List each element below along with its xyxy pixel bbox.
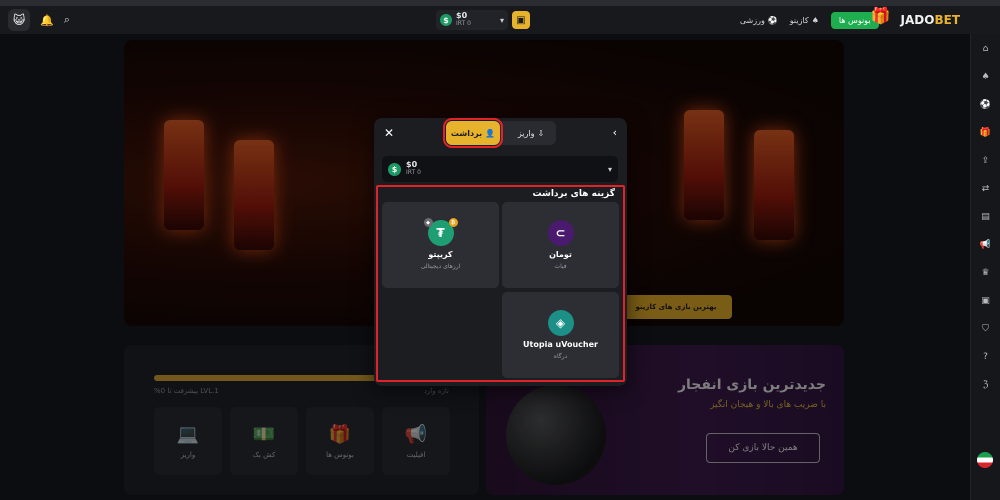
option-crypto[interactable]: ₮ ◆ ₿ کریپتو ارزهای دیجیتالی xyxy=(382,202,499,288)
wallet-amount: $0 xyxy=(456,11,468,20)
trophy-icon[interactable]: ♛ xyxy=(979,266,993,280)
bonuses-label: بونوس ها xyxy=(838,15,871,25)
tab-withdraw[interactable]: برداشت 👤 xyxy=(443,118,503,148)
modal-wallet-selector[interactable]: $ $0 IRT 0 ▾ xyxy=(382,156,618,182)
gift-icon[interactable]: 🎁 xyxy=(979,126,993,140)
modal-wallet-sub: IRT 0 xyxy=(406,169,421,176)
wallet-sub: IRT 0 xyxy=(456,20,471,27)
user-icon: 👤 xyxy=(485,128,496,138)
spade-icon: ♠ xyxy=(811,15,819,25)
option-desc: ارزهای دیجیتالی xyxy=(420,263,461,270)
brand-mark-icon[interactable]: ℨ xyxy=(979,378,993,392)
search-icon[interactable]: ⌕ xyxy=(64,13,70,27)
withdraw-tab-label: برداشت xyxy=(450,128,483,138)
option-name: کریپتو xyxy=(428,250,453,259)
bitcoin-badge-icon: ₿ xyxy=(448,218,458,227)
transfer-icon[interactable]: ⇄ xyxy=(979,182,993,196)
topbar-right: ورزشی ⚽ کازینو ♠ بونوس ها 🎁 JADOBET xyxy=(740,6,960,34)
option-toman[interactable]: ⊂ تومان فیات xyxy=(502,202,619,288)
download-icon: ⇩ xyxy=(537,128,545,138)
iran-flag-icon[interactable] xyxy=(977,452,993,468)
right-sidebar: ⌂ ♠ ⚽ 🎁 ⇪ ⇄ ▤ 📢 ♛ ▣ ⛉ ? ℨ xyxy=(970,34,1000,500)
modal-wallet-amount: $0 xyxy=(406,160,418,169)
bonuses-button[interactable]: بونوس ها 🎁 xyxy=(830,6,891,29)
bell-icon[interactable]: 🔔 xyxy=(40,14,54,27)
spade-icon[interactable]: ♠ xyxy=(979,70,993,84)
chevron-down-icon: ▾ xyxy=(499,15,504,25)
nav-casino[interactable]: کازینو ♠ xyxy=(790,16,819,25)
home-icon[interactable]: ⌂ xyxy=(979,42,993,56)
nav-sports[interactable]: ورزشی ⚽ xyxy=(740,16,778,25)
coin-badge-icon: ◆ xyxy=(423,218,433,227)
profile-avatar-icon[interactable]: 😺 xyxy=(8,9,30,31)
gift-icon: 🎁 xyxy=(870,5,891,25)
wallet-icon: ▣ xyxy=(516,14,526,26)
option-name: Utopia uVoucher xyxy=(523,340,598,349)
option-name: تومان xyxy=(549,250,572,259)
utopia-icon: ◈ xyxy=(547,310,574,336)
upload-icon[interactable]: ⇪ xyxy=(979,154,993,168)
dollar-coin-icon: $ xyxy=(440,14,452,26)
tab-deposit[interactable]: واریز ⇩ xyxy=(506,121,556,145)
nav-sports-label: ورزشی xyxy=(739,15,765,25)
logo-prefix: JADO xyxy=(900,13,935,27)
top-bar: 😺 🔔 ⌕ $ $0 IRT 0 ▾ ▣ ورزشی ⚽ کازینو ♠ بونوس… xyxy=(0,0,1000,34)
options-title: گزینه های برداشت xyxy=(532,189,615,199)
topbar-left: 😺 🔔 ⌕ xyxy=(8,6,70,34)
option-desc: فیات xyxy=(554,263,567,270)
close-icon[interactable]: ✕ xyxy=(382,126,396,140)
withdraw-deposit-toggle: برداشت 👤 واریز ⇩ xyxy=(443,118,556,148)
brand-logo[interactable]: JADOBET xyxy=(901,13,960,27)
wallet-button[interactable]: ▣ xyxy=(512,11,530,29)
soccer-ball-icon: ⚽ xyxy=(767,15,778,25)
option-desc: درگاه xyxy=(553,353,568,360)
deposit-tab-label: واریز xyxy=(517,128,535,138)
logo-suffix: BET xyxy=(934,13,960,27)
option-utopia[interactable]: ◈ Utopia uVoucher درگاه xyxy=(502,292,619,378)
chevron-left-icon[interactable]: ‹ xyxy=(613,126,617,139)
chevron-down-icon: ▾ xyxy=(607,164,612,174)
wallet-icon[interactable]: ▣ xyxy=(979,294,993,308)
withdraw-options-panel: گزینه های برداشت ⊂ تومان فیات ₮ ◆ ₿ کریپ… xyxy=(376,185,625,382)
megaphone-icon[interactable]: 📢 xyxy=(979,238,993,252)
withdraw-modal: ✕ برداشت 👤 واریز ⇩ ‹ $ $0 IRT 0 ▾ گزینه های… xyxy=(374,118,627,386)
tether-icon: ₮ ◆ ₿ xyxy=(423,218,458,246)
dollar-coin-icon: $ xyxy=(388,162,401,176)
wallet-selector[interactable]: $ $0 IRT 0 ▾ xyxy=(436,10,508,30)
soccer-ball-icon[interactable]: ⚽ xyxy=(979,98,993,112)
shield-icon[interactable]: ⛉ xyxy=(979,322,993,336)
toman-icon: ⊂ xyxy=(547,220,574,246)
help-icon[interactable]: ? xyxy=(979,350,993,364)
nav-casino-label: کازینو xyxy=(789,15,809,25)
history-icon[interactable]: ▤ xyxy=(979,210,993,224)
app-root: بهترین بازی های کازینو %0 پیشرفت تا LVL.… xyxy=(0,0,1000,500)
